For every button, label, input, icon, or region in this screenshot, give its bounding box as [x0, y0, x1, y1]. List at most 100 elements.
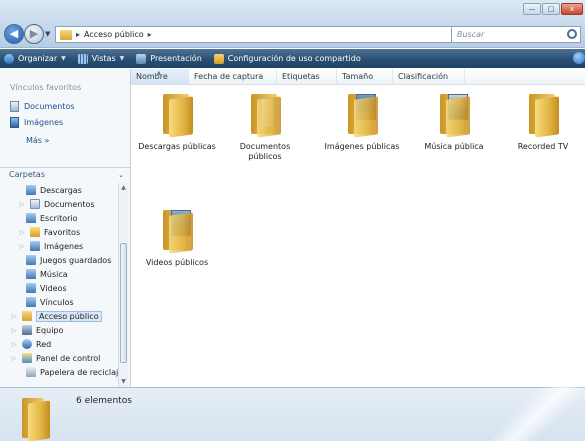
- documents-icon: [10, 101, 19, 112]
- tree-item-imagenes[interactable]: ▷ Imágenes: [18, 239, 83, 253]
- views-button[interactable]: Vistas ▼: [77, 53, 124, 64]
- public-pictures-folder-icon: [344, 90, 380, 138]
- tree-item-musica[interactable]: Música: [26, 267, 68, 281]
- column-header-rating[interactable]: Clasificación: [393, 69, 465, 84]
- column-header-label: Etiquetas: [282, 72, 320, 81]
- desktop-folder-icon: [26, 213, 36, 223]
- public-documents-folder-icon: [247, 90, 283, 138]
- sharing-settings-button[interactable]: Configuración de uso compartido: [213, 53, 361, 64]
- tree-item-equipo[interactable]: ▷ Equipo: [10, 323, 63, 337]
- file-list: Descargas públicas Documentos públicos I…: [131, 86, 585, 387]
- videos-folder-icon: [26, 283, 36, 293]
- links-folder-icon: [26, 297, 36, 307]
- favorite-link-documents[interactable]: Documentos: [10, 101, 75, 112]
- minimize-button[interactable]: —: [523, 3, 541, 15]
- folders-header[interactable]: Carpetas ⌄: [0, 167, 130, 181]
- folder-item[interactable]: Imágenes públicas: [322, 90, 402, 152]
- pictures-icon: [10, 117, 19, 128]
- tree-item-label: Juegos guardados: [40, 255, 112, 265]
- presentation-label: Presentación: [150, 54, 202, 63]
- tree-item-escritorio[interactable]: Escritorio: [26, 211, 78, 225]
- tree-item-label: Red: [36, 339, 52, 349]
- chevron-down-icon[interactable]: ⌄: [118, 171, 124, 179]
- documents-folder-icon: [30, 199, 40, 209]
- tree-item-documentos[interactable]: ▷ Documentos: [18, 197, 95, 211]
- folder-item[interactable]: Descargas públicas: [137, 90, 217, 152]
- column-header-name[interactable]: ▲ Nombre: [131, 69, 189, 84]
- expand-arrow-icon[interactable]: ▷: [10, 313, 18, 320]
- expand-arrow-icon[interactable]: ▷: [18, 229, 26, 236]
- recycle-bin-icon: [26, 367, 36, 377]
- favorite-link-pictures[interactable]: Imágenes: [10, 117, 63, 128]
- title-bar: — □ x ◀ ▶ ▼ ▸ Acceso público ▸ ▼ ⟳ Busca…: [0, 0, 585, 48]
- details-pane-sheen: [475, 387, 585, 441]
- folder-item[interactable]: Videos públicos: [137, 206, 217, 268]
- tree-item-vinculos[interactable]: Vínculos: [26, 295, 74, 309]
- tree-item-label: Imágenes: [44, 241, 84, 251]
- downloads-folder-icon: [26, 185, 36, 195]
- item-count: 6 elementos: [76, 396, 132, 406]
- organize-button[interactable]: Organizar ▼: [4, 53, 66, 64]
- details-pane: 6 elementos: [0, 387, 585, 441]
- search-icon[interactable]: [567, 29, 577, 39]
- expand-arrow-icon[interactable]: ▷: [18, 243, 26, 250]
- navigation-pane: Vínculos favoritos Documentos Imágenes M…: [0, 69, 131, 387]
- expand-arrow-icon[interactable]: ▷: [10, 327, 18, 334]
- expand-arrow-icon[interactable]: ▷: [10, 355, 18, 362]
- more-links-button[interactable]: Más »: [26, 136, 49, 145]
- views-icon: [77, 53, 88, 64]
- search-placeholder: Buscar: [457, 30, 485, 39]
- scroll-down-arrow-icon[interactable]: ▼: [119, 377, 128, 387]
- tree-item-label: Documentos: [44, 199, 95, 209]
- window-controls: — □ x: [523, 3, 583, 15]
- scrollbar-thumb[interactable]: [120, 243, 127, 363]
- search-input[interactable]: Buscar: [451, 26, 581, 43]
- recent-pages-dropdown[interactable]: ▼: [45, 30, 50, 38]
- column-header-size[interactable]: Tamaño: [337, 69, 393, 84]
- tree-item-descargas[interactable]: Descargas: [26, 183, 82, 197]
- command-toolbar: Organizar ▼ Vistas ▼ Presentación Config…: [0, 49, 585, 68]
- column-header-capture-date[interactable]: Fecha de captura: [189, 69, 277, 84]
- folder-item[interactable]: Música pública: [414, 90, 494, 152]
- views-label: Vistas: [91, 54, 116, 63]
- folder-item[interactable]: Recorded TV: [503, 90, 583, 152]
- favorite-link-label: Documentos: [24, 102, 75, 111]
- tree-item-red[interactable]: ▷ Red: [10, 337, 51, 351]
- favorite-link-label: Imágenes: [24, 118, 64, 127]
- tree-item-panel-de-control[interactable]: ▷ Panel de control: [10, 351, 100, 365]
- folder-tree-scrollbar[interactable]: ▲ ▼: [118, 183, 128, 387]
- breadcrumb-acceso-publico[interactable]: Acceso público: [84, 30, 144, 39]
- address-folder-icon: [60, 29, 72, 40]
- tree-item-acceso-publico[interactable]: ▷ Acceso público: [10, 309, 102, 323]
- favorite-links-title: Vínculos favoritos: [10, 83, 82, 92]
- tree-item-label: Papelera de reciclaje: [40, 367, 118, 377]
- tree-item-juegos-guardados[interactable]: Juegos guardados: [26, 253, 111, 267]
- column-header-label: Nombre: [136, 72, 168, 81]
- expand-arrow-icon[interactable]: ▷: [18, 201, 26, 208]
- organize-icon: [4, 53, 14, 64]
- tree-item-favoritos[interactable]: ▷ Favoritos: [18, 225, 80, 239]
- back-button[interactable]: ◀: [4, 24, 24, 44]
- presentation-button[interactable]: Presentación: [136, 53, 202, 64]
- tree-item-videos[interactable]: Videos: [26, 281, 67, 295]
- folder-item[interactable]: Documentos públicos: [225, 90, 305, 162]
- expand-arrow-icon[interactable]: ▷: [10, 341, 18, 348]
- maximize-button[interactable]: □: [542, 3, 560, 15]
- back-arrow-icon: ◀: [9, 27, 19, 40]
- address-separator[interactable]: ▸: [76, 30, 80, 39]
- recorded-tv-folder-icon: [525, 90, 561, 138]
- address-bar[interactable]: ▸ Acceso público ▸ ▼ ⟳: [55, 26, 473, 43]
- column-header-tags[interactable]: Etiquetas: [277, 69, 337, 84]
- address-separator[interactable]: ▸: [148, 30, 152, 39]
- column-header-label: Clasificación: [398, 72, 449, 81]
- help-icon[interactable]: [573, 52, 585, 64]
- forward-button[interactable]: ▶: [24, 24, 44, 44]
- close-button[interactable]: x: [561, 3, 583, 15]
- tree-item-label: Equipo: [36, 325, 64, 335]
- scroll-up-arrow-icon[interactable]: ▲: [119, 183, 128, 193]
- tree-item-papelera-de-reciclaje[interactable]: Papelera de reciclaje: [26, 365, 118, 379]
- organize-label: Organizar: [18, 54, 58, 63]
- folder-item-label: Recorded TV: [517, 142, 569, 151]
- public-folder-icon: [22, 396, 52, 441]
- pictures-folder-icon: [30, 241, 40, 251]
